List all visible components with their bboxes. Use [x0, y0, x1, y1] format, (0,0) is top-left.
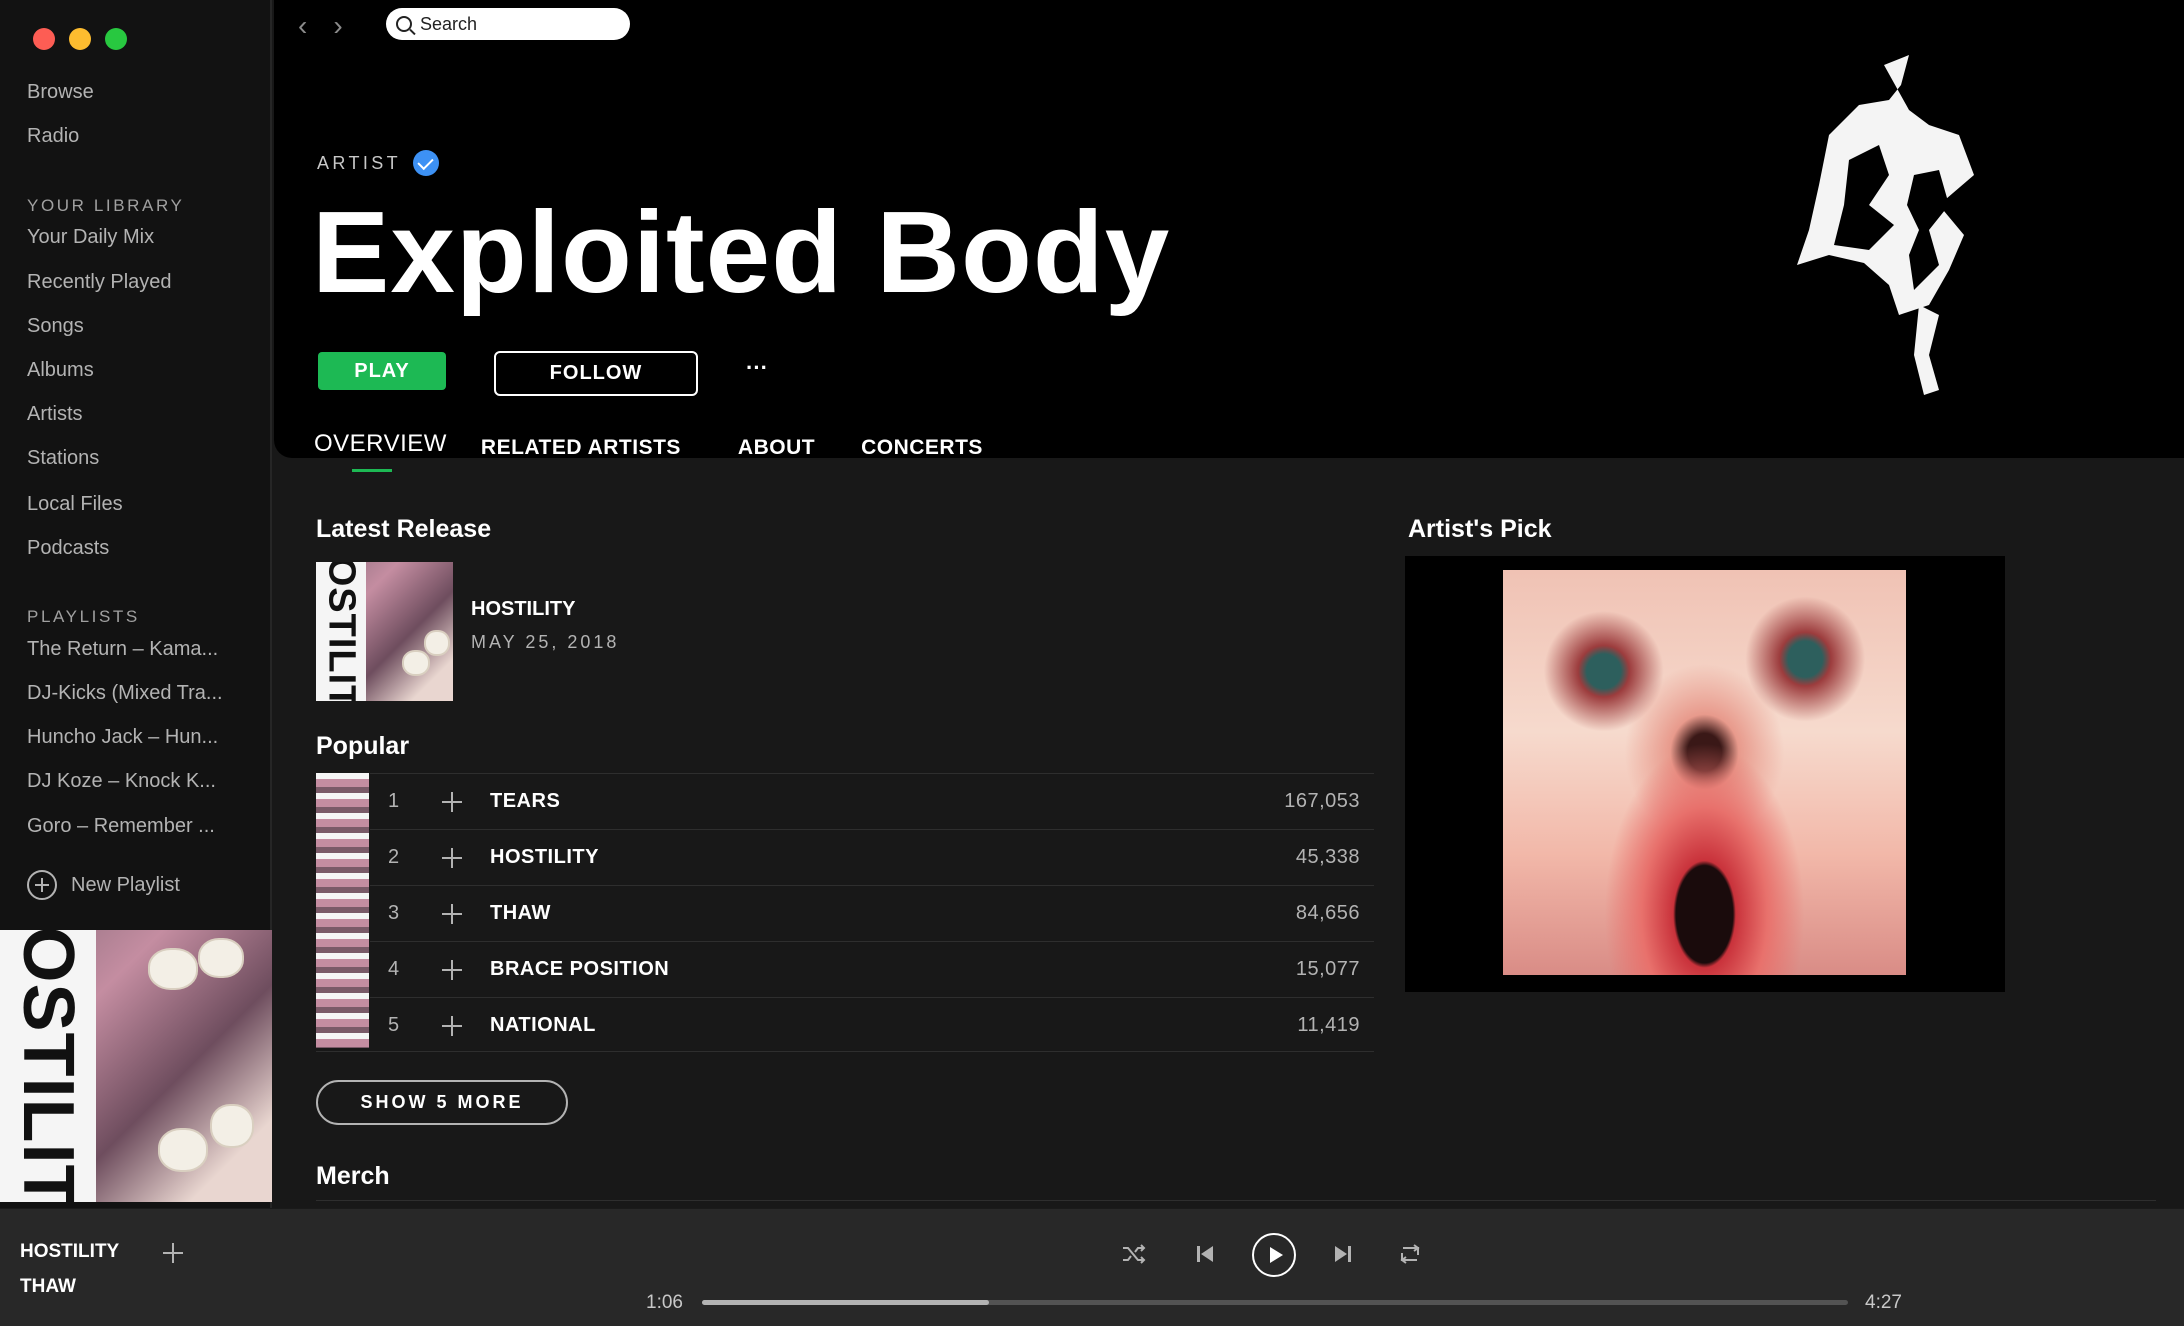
search-input[interactable] [420, 13, 600, 35]
track-number: 2 [388, 846, 400, 868]
track-row[interactable]: 4 BRACE POSITION 15,077 [370, 941, 1374, 997]
track-name[interactable]: TEARS [490, 790, 560, 813]
previous-track-icon[interactable] [1196, 1245, 1214, 1263]
artist-header: ‹ › ARTIST Exploited Body PLAY FOLLOW ··… [274, 0, 2184, 472]
artist-logo: EB [1797, 55, 1974, 395]
forward-arrow-icon[interactable]: › [333, 10, 342, 42]
artists-pick-heading: Artist's Pick [1408, 515, 1552, 543]
maximize-window-button[interactable] [105, 28, 127, 50]
playlists-heading: PLAYLISTS [27, 607, 140, 626]
add-track-icon[interactable] [442, 791, 462, 812]
sidebar-item-stations[interactable]: Stations [27, 447, 99, 470]
save-track-icon[interactable] [163, 1243, 183, 1263]
latest-release-art[interactable]: HOSTILITY [316, 562, 453, 701]
tab-related-artists[interactable]: RELATED ARTISTS [481, 436, 681, 460]
now-playing-title[interactable]: HOSTILITY [20, 1241, 119, 1263]
album-art-text: HOSTILITY [8, 930, 88, 1202]
merch-heading: Merch [316, 1162, 390, 1190]
tab-overview[interactable]: OVERVIEW [314, 430, 447, 472]
sidebar-playlist-item[interactable]: DJ-Kicks (Mixed Tra... [27, 682, 223, 705]
sidebar-playlist-item[interactable]: The Return – Kama... [27, 638, 218, 661]
sidebar-item-songs[interactable]: Songs [27, 315, 84, 338]
add-track-icon[interactable] [442, 903, 462, 924]
track-name[interactable]: BRACE POSITION [490, 958, 669, 981]
add-track-icon[interactable] [442, 959, 462, 980]
track-play-count: 45,338 [1295, 846, 1360, 868]
track-name[interactable]: HOSTILITY [490, 846, 599, 869]
track-play-count: 167,053 [1284, 790, 1360, 812]
track-play-count: 15,077 [1295, 958, 1360, 980]
sidebar-playlist-item[interactable]: Goro – Remember ... [27, 815, 215, 838]
artist-type-label: ARTIST [317, 150, 440, 176]
track-number: 1 [388, 790, 400, 812]
track-play-count: 11,419 [1297, 1014, 1360, 1036]
play-pause-button[interactable] [1252, 1233, 1296, 1277]
sidebar-item-daily-mix[interactable]: Your Daily Mix [27, 226, 154, 249]
sidebar-item-artists[interactable]: Artists [27, 403, 83, 426]
track-row[interactable]: 1 TEARS 167,053 [370, 773, 1374, 829]
new-playlist-button[interactable]: New Playlist [27, 870, 180, 900]
new-playlist-label: New Playlist [71, 873, 180, 896]
sidebar-item-local-files[interactable]: Local Files [27, 493, 123, 516]
sidebar-item-recently-played[interactable]: Recently Played [27, 271, 172, 294]
latest-release-heading: Latest Release [316, 515, 492, 543]
now-playing-artist[interactable]: THAW [20, 1276, 76, 1298]
total-duration: 4:27 [1865, 1292, 1902, 1313]
track-name[interactable]: THAW [490, 902, 551, 925]
latest-release-date: MAY 25, 2018 [471, 632, 620, 652]
window-controls [33, 28, 127, 50]
sidebar-item-radio[interactable]: Radio [27, 125, 79, 148]
follow-button[interactable]: FOLLOW [494, 351, 698, 396]
sidebar-item-albums[interactable]: Albums [27, 359, 94, 382]
verified-check-icon [413, 150, 440, 176]
player-bar: HOSTILITY THAW 1:06 4:27 [0, 1208, 2184, 1326]
tab-about[interactable]: ABOUT [738, 436, 815, 460]
add-circle-icon [27, 870, 57, 900]
artists-pick-image [1503, 570, 1906, 975]
popular-tracks-art [316, 773, 369, 1048]
popular-heading: Popular [316, 732, 410, 760]
latest-release-title[interactable]: HOSTILITY [471, 598, 575, 621]
sidebar-playlist-item[interactable]: DJ Koze – Knock K... [27, 770, 216, 793]
divider [316, 1200, 2156, 1201]
artist-tabs: OVERVIEW RELATED ARTISTS ABOUT CONCERTS [314, 430, 983, 472]
now-playing-album-art[interactable]: HOSTILITY [0, 930, 272, 1202]
add-track-icon[interactable] [442, 1015, 462, 1036]
track-number: 5 [388, 1014, 400, 1036]
track-row[interactable]: 5 NATIONAL 11,419 [370, 997, 1374, 1053]
minimize-window-button[interactable] [69, 28, 91, 50]
artist-name: Exploited Body [312, 187, 1171, 317]
sidebar: Browse Radio YOUR LIBRARY Your Daily Mix… [0, 0, 272, 1208]
playback-progress-fill [702, 1300, 989, 1305]
track-play-count: 84,656 [1295, 902, 1360, 924]
shuffle-icon[interactable] [1122, 1244, 1146, 1264]
track-number: 4 [388, 958, 400, 980]
track-row[interactable]: 3 THAW 84,656 [370, 885, 1374, 941]
release-art-text: HOSTILITY [320, 562, 363, 701]
artists-pick-card[interactable] [1405, 556, 2005, 992]
add-track-icon[interactable] [442, 847, 462, 868]
history-nav: ‹ › [298, 10, 343, 42]
sidebar-playlist-item[interactable]: Huncho Jack – Hun... [27, 726, 218, 749]
next-track-icon[interactable] [1334, 1245, 1352, 1263]
search-box[interactable] [386, 8, 630, 40]
back-arrow-icon[interactable]: ‹ [298, 10, 307, 42]
track-name[interactable]: NATIONAL [490, 1014, 596, 1037]
sidebar-item-browse[interactable]: Browse [27, 81, 94, 104]
artist-label-text: ARTIST [317, 152, 402, 173]
sidebar-item-podcasts[interactable]: Podcasts [27, 537, 109, 560]
search-icon [396, 16, 412, 32]
play-button[interactable]: PLAY [318, 352, 446, 390]
track-row[interactable]: 2 HOSTILITY 45,338 [370, 829, 1374, 885]
close-window-button[interactable] [33, 28, 55, 50]
tab-concerts[interactable]: CONCERTS [861, 436, 983, 460]
track-number: 3 [388, 902, 400, 924]
show-more-button[interactable]: SHOW 5 MORE [316, 1080, 568, 1125]
playback-progress-bar[interactable] [702, 1300, 1848, 1305]
repeat-icon[interactable] [1398, 1243, 1422, 1265]
more-options-button[interactable]: ··· [746, 355, 768, 381]
divider [316, 1051, 1374, 1052]
library-heading: YOUR LIBRARY [27, 196, 185, 215]
elapsed-time: 1:06 [646, 1292, 683, 1313]
